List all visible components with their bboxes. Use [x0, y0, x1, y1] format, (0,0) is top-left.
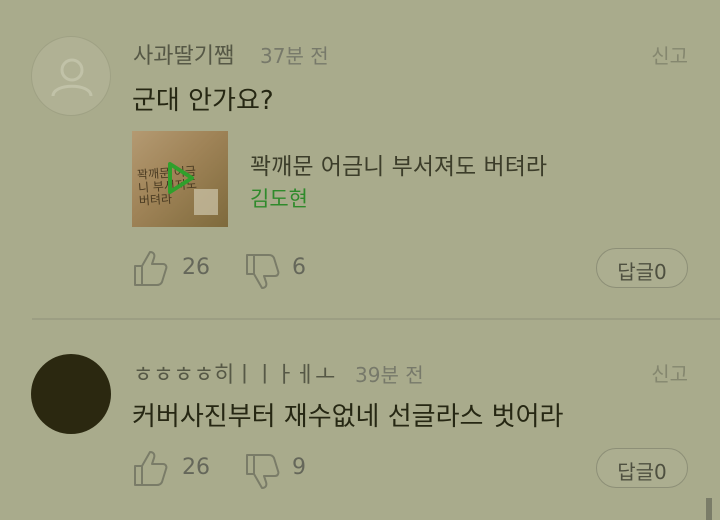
avatar[interactable] [31, 36, 111, 116]
avatar[interactable] [31, 354, 111, 434]
thumbs-down-icon [246, 254, 280, 289]
person-avatar-icon [51, 58, 93, 97]
like-count: 26 [182, 255, 210, 280]
reply-button[interactable]: 답글0 [596, 248, 688, 288]
report-button[interactable]: 신고 [651, 40, 688, 69]
comment-item: 사과딸기쨈 37분 전 신고 군대 안가요? 꽉깨문 어금니 부서져도 버텨라 … [0, 0, 720, 318]
song-title[interactable]: 꽉깨문 어금니 부서져도 버텨라 [250, 147, 547, 181]
like-button[interactable]: 26 [132, 448, 222, 488]
dislike-button[interactable]: 9 [244, 452, 324, 492]
dislike-button[interactable]: 6 [244, 252, 324, 292]
thumbs-down-icon [246, 454, 280, 489]
music-attachment[interactable]: 꽉깨문 어금니 부서져도 버텨라 꽉깨문 어금니 부서져도 버텨라 김도현 [132, 131, 672, 227]
dislike-count: 9 [292, 455, 306, 480]
like-count: 26 [182, 455, 210, 480]
comment-item: ㅎㅎㅎㅎ히ㅣㅣㅏㅔㅗ 39분 전 신고 커버사진부터 재수없네 선글라스 벗어라… [0, 320, 720, 520]
comment-timestamp: 37분 전 [260, 44, 329, 68]
scrollbar[interactable] [706, 498, 712, 520]
reply-button-label: 답글0 [617, 260, 667, 284]
reply-button[interactable]: 답글0 [596, 448, 688, 488]
thumbs-up-icon [134, 251, 168, 286]
album-cover-badge [194, 189, 218, 215]
comment-text: 군대 안가요? [132, 86, 274, 116]
song-artist[interactable]: 김도현 [250, 183, 308, 213]
reply-button-label: 답글0 [617, 460, 667, 484]
comment-text: 커버사진부터 재수없네 선글라스 벗어라 [132, 402, 564, 432]
comment-username[interactable]: ㅎㅎㅎㅎ히ㅣㅣㅏㅔㅗ [133, 357, 335, 389]
dislike-count: 6 [292, 255, 306, 280]
like-button[interactable]: 26 [132, 248, 222, 288]
album-cover[interactable]: 꽉깨문 어금니 부서져도 버텨라 [132, 131, 228, 227]
play-icon[interactable] [166, 160, 196, 196]
thumbs-up-icon [134, 451, 168, 486]
comment-timestamp: 39분 전 [355, 363, 424, 387]
report-button[interactable]: 신고 [651, 358, 688, 387]
comment-username[interactable]: 사과딸기쨈 [133, 38, 234, 70]
